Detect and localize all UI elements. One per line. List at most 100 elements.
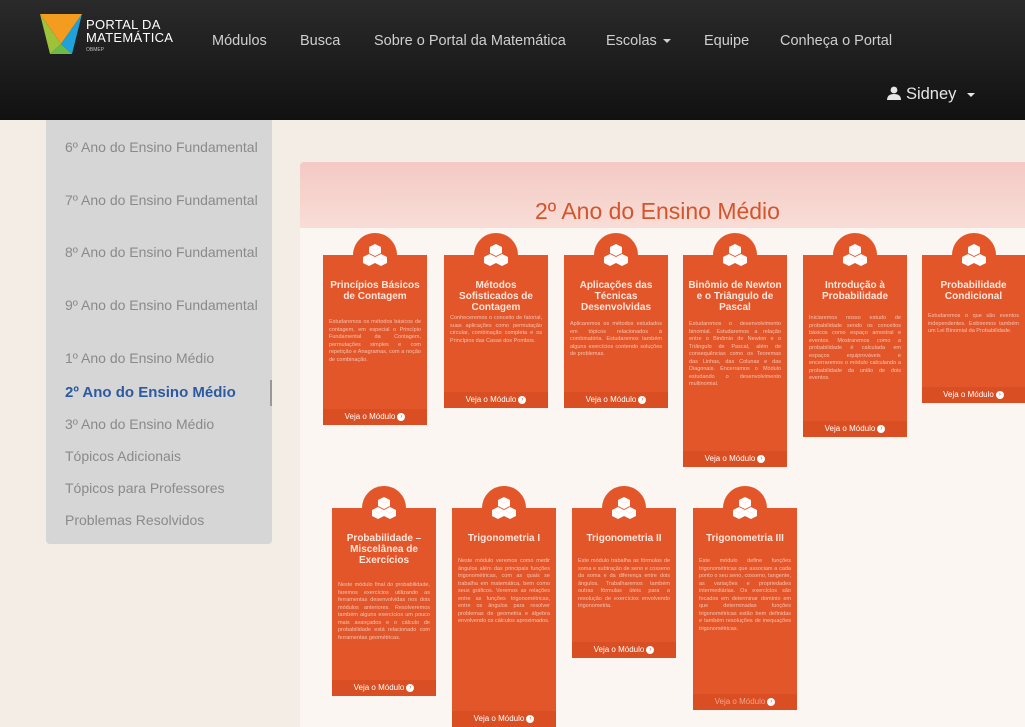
arrow-right-icon: › — [406, 683, 415, 692]
nav-sobre[interactable]: Sobre o Portal da Matemática — [374, 33, 566, 49]
module-title: Aplicações das Técnicas Desenvolvidas — [579, 280, 653, 313]
chevron-down-icon — [967, 92, 975, 97]
nav-busca[interactable]: Busca — [300, 33, 340, 49]
sidebar-item-6-ano[interactable]: 6º Ano do Ensino Fundamental — [65, 138, 265, 157]
page-title: 2º Ano do Ensino Médio — [535, 198, 780, 224]
module-title: Probabilidade – Miscelânea de Exercícios — [346, 533, 422, 566]
chevron-down-icon — [662, 39, 671, 44]
sidebar-item-3-ano-medio[interactable]: 3º Ano do Ensino Médio — [65, 415, 265, 434]
cubes-icon — [482, 486, 526, 530]
view-module-label: Veja o Módulo — [704, 454, 756, 463]
arrow-right-icon: › — [526, 714, 535, 723]
view-module-label: Veja o Módulo — [824, 424, 876, 433]
module-description: Conheceremos o conceito de fatorial, sua… — [450, 315, 542, 344]
module-title: Trigonometria I — [467, 533, 541, 544]
module-title: Métodos Sofisticados de Contagem — [459, 280, 533, 313]
module-description: Aplicaremos os métodos estudados em tópi… — [570, 321, 662, 357]
arrow-right-icon: › — [877, 424, 886, 433]
module-card[interactable]: Probabilidade – Miscelânea de Exercícios… — [332, 486, 436, 696]
nav-modulos[interactable]: Módulos — [212, 33, 267, 49]
active-indicator — [270, 380, 272, 406]
nav-escolas-label: Escolas — [606, 33, 657, 49]
cubes-icon — [594, 233, 638, 277]
arrow-right-icon: › — [518, 395, 527, 404]
cubes-icon — [951, 233, 996, 277]
view-module-button[interactable]: Veja o Módulo › — [803, 421, 907, 437]
arrow-right-icon: › — [757, 454, 766, 463]
sidebar-item-topicos-adicionais[interactable]: Tópicos Adicionais — [65, 447, 265, 466]
module-description: Este módulo trabalha as fórmulas de soma… — [578, 558, 670, 609]
logo-line2: MATEMÁTICA — [86, 30, 174, 45]
sidebar-item-9-ano[interactable]: 9º Ano do Ensino Fundamental — [65, 296, 265, 315]
nav-conheca[interactable]: Conheça o Portal — [780, 33, 892, 49]
view-module-label: Veja o Módulo — [353, 683, 405, 692]
view-module-label: Veja o Módulo — [465, 395, 517, 404]
module-title: Introdução à Probabilidade — [821, 280, 889, 302]
module-card[interactable]: Trigonometria III Este módulo define funç… — [693, 486, 797, 710]
view-module-button[interactable]: Veja o Módulo › — [323, 409, 427, 425]
arrow-right-icon: › — [767, 697, 776, 706]
module-description: Este módulo define funções trigonométric… — [699, 558, 791, 632]
sidebar-item-problemas-resolvidos[interactable]: Problemas Resolvidos — [65, 511, 265, 530]
module-card[interactable]: Probabilidade Condicional Estudaremos o q… — [922, 233, 1025, 403]
cubes-icon — [353, 233, 397, 277]
module-card[interactable]: Binômio de Newton e o Triângulo de Pasca… — [683, 233, 787, 467]
sidebar-item-2-ano-medio[interactable]: 2º Ano do Ensino Médio — [65, 383, 265, 402]
module-title: Binômio de Newton e o Triângulo de Pasca… — [688, 280, 782, 313]
cubes-icon — [602, 486, 646, 530]
module-card[interactable]: Princípios Básicos de Contagem Estudaremo… — [323, 233, 427, 425]
portal-logo[interactable]: PORTAL DA MATEMÁTICA OBMEP — [40, 14, 190, 58]
top-navbar: PORTAL DA MATEMÁTICA OBMEP Módulos Busca… — [0, 0, 1025, 120]
logo-subtitle: OBMEP — [86, 47, 105, 53]
sidebar-item-1-ano-medio[interactable]: 1º Ano do Ensino Médio — [65, 349, 265, 368]
view-module-button[interactable]: Veja o Módulo › — [683, 451, 787, 467]
module-title: Trigonometria III — [706, 533, 784, 544]
cubes-icon — [362, 486, 406, 530]
module-title: Trigonometria II — [586, 533, 662, 544]
view-module-button[interactable]: Veja o Módulo › — [332, 680, 436, 696]
module-card[interactable]: Aplicações das Técnicas Desenvolvidas Apl… — [564, 233, 668, 408]
cubes-icon — [713, 233, 757, 277]
module-description: Estudaremos o que são eventos independen… — [928, 313, 1019, 334]
user-icon — [887, 86, 902, 100]
arrow-right-icon: › — [638, 395, 647, 404]
view-module-button[interactable]: Veja o Módulo › — [444, 392, 548, 408]
module-title: Probabilidade Condicional — [940, 280, 1007, 302]
arrow-right-icon: › — [646, 645, 655, 654]
view-module-label: Veja o Módulo — [344, 412, 396, 421]
cubes-icon — [474, 233, 518, 277]
cubes-icon — [723, 486, 767, 530]
module-description: Neste módulo veremos como medir ângulos … — [458, 558, 550, 624]
view-module-label: Veja o Módulo — [585, 395, 637, 404]
nav-escolas[interactable]: Escolas — [606, 33, 671, 49]
sidebar-item-topicos-professores[interactable]: Tópicos para Professores — [65, 479, 265, 498]
view-module-button[interactable]: Veja o Módulo › — [572, 642, 676, 658]
sidebar: 6º Ano do Ensino Fundamental 7º Ano do E… — [46, 120, 272, 544]
module-card[interactable]: Trigonometria I Neste módulo veremos como… — [452, 486, 556, 727]
module-description: Iniciaremos nosso estudo de probabilidad… — [809, 315, 901, 381]
module-card[interactable]: Introdução à Probabilidade Iniciaremos no… — [803, 233, 907, 437]
view-module-button[interactable]: Veja o Módulo › — [564, 392, 668, 408]
view-module-label: Veja o Módulo — [943, 390, 994, 399]
arrow-right-icon: › — [397, 412, 406, 421]
view-module-button[interactable]: Veja o Módulo › — [452, 711, 556, 727]
module-description: Neste módulo final do probabilidade, far… — [338, 582, 430, 641]
module-card[interactable]: Trigonometria II Este módulo trabalha as … — [572, 486, 676, 658]
view-module-button[interactable]: Veja o Módulo › — [922, 387, 1025, 403]
module-card[interactable]: Métodos Sofisticados de Contagem Conhecer… — [444, 233, 548, 408]
cubes-icon — [833, 233, 877, 277]
view-module-button[interactable]: Veja o Módulo › — [693, 694, 797, 710]
user-name: Sidney — [905, 85, 957, 103]
sidebar-item-8-ano[interactable]: 8º Ano do Ensino Fundamental — [65, 243, 265, 262]
view-module-label: Veja o Módulo — [593, 645, 645, 654]
view-module-label: Veja o Módulo — [714, 697, 766, 706]
module-description: Estudaremos os métodos básicos de contag… — [329, 319, 421, 363]
view-module-label: Veja o Módulo — [473, 714, 525, 723]
sidebar-item-7-ano[interactable]: 7º Ano do Ensino Fundamental — [65, 191, 265, 210]
arrow-right-icon: › — [995, 390, 1004, 399]
module-description: Estudaremos o desenvolvimento binomial. … — [689, 321, 781, 387]
user-menu[interactable]: Sidney — [887, 85, 975, 104]
module-title: Princípios Básicos de Contagem — [330, 280, 420, 302]
nav-equipe[interactable]: Equipe — [704, 33, 749, 49]
logo-icon — [40, 14, 82, 54]
